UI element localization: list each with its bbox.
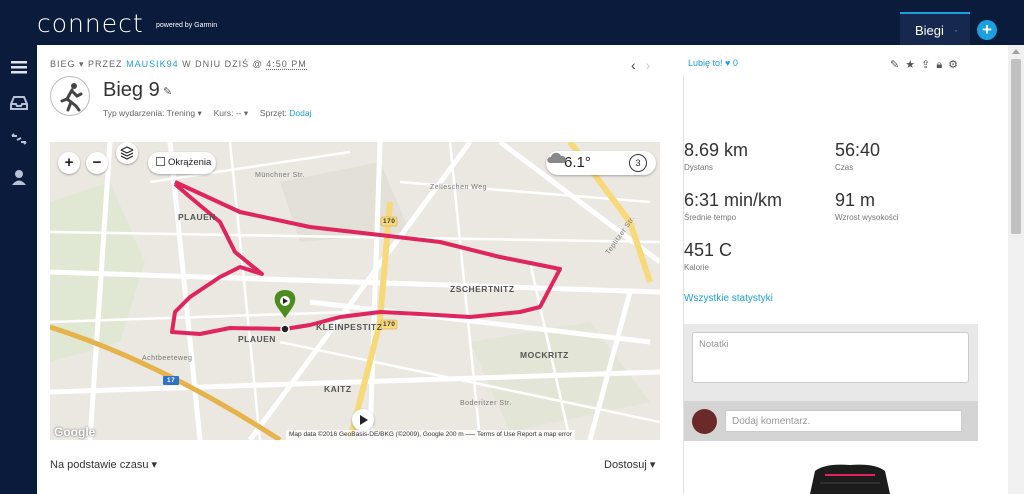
add-button[interactable]: + (977, 20, 997, 40)
runner-icon (60, 83, 83, 112)
calories-label: Kalorie (684, 263, 709, 272)
event-type-dropdown[interactable]: Trening ▾ (167, 108, 202, 118)
like-count: 0 (732, 58, 738, 68)
road-shield-170-south: 170 (383, 321, 396, 328)
user-link[interactable]: MAUSIK94 (126, 59, 179, 69)
cloud-icon (547, 152, 566, 163)
lock-icon[interactable]: 🔒︎ (936, 59, 948, 71)
road-shield-170: 170 (383, 218, 396, 225)
street-label-munchner: Münchner Str. (255, 172, 306, 179)
notes-panel: Notatki Dodaj komentarz. (684, 324, 978, 441)
edit-icon[interactable]: ✎ (890, 59, 905, 71)
elevation-label: Wzrost wysokości (835, 213, 899, 222)
add-gear-link[interactable]: Dodaj (289, 108, 311, 118)
laps-checkbox[interactable] (156, 157, 165, 166)
menu-icon[interactable] (9, 57, 29, 77)
previous-activity-icon[interactable]: ‹ (631, 57, 636, 73)
top-bar: connect powered by Garmin Biegi · + (0, 0, 1024, 45)
map-label-plauen-bottom: PLAUEN (238, 334, 276, 344)
edit-title-icon[interactable]: ✎ (163, 85, 172, 98)
user-profile-icon[interactable] (9, 167, 29, 187)
user-avatar (692, 409, 717, 434)
map-label-plauen-top: PLAUEN (178, 212, 216, 222)
gear-shoe-image (810, 464, 890, 494)
activity-type-avatar (50, 76, 90, 116)
heart-icon: ♥ (725, 58, 731, 68)
zoom-out-button[interactable]: − (86, 152, 108, 174)
map-attribution[interactable]: Map data ©2016 GeoBasis-DE/BKG (©2009), … (286, 430, 575, 440)
activity-toolbar: ✎★⇪🔒︎⚙ (890, 58, 964, 72)
time-label: Czas (835, 163, 854, 172)
comment-input[interactable]: Dodaj komentarz. (725, 410, 962, 432)
distance-value: 8.69 km (684, 140, 749, 160)
sort-dropdown[interactable]: Na podstawie czasu ▾ (50, 458, 157, 471)
play-icon (360, 415, 368, 425)
map-label-kleinpestitz: KLEINPESTITZ (316, 322, 383, 332)
map-label-kaitz: KAITZ (324, 384, 352, 394)
notes-textarea[interactable]: Notatki (692, 332, 969, 383)
all-stats-link[interactable]: Wszystkie statystyki (684, 293, 773, 304)
logo-subtitle: powered by Garmin (156, 22, 218, 29)
zoom-in-button[interactable]: + (58, 152, 80, 174)
breadcrumb-when: W DNIU DZIŚ @ (182, 59, 263, 69)
scroll-thumb[interactable] (1011, 59, 1021, 234)
map-label-zschertnitz: ZSCHERTNITZ (450, 284, 515, 294)
activity-time[interactable]: 4:50 PM (266, 59, 307, 70)
course-label: Kurs: (213, 108, 234, 118)
laps-label: Okrążenia (168, 157, 212, 168)
like-label: Lubię to! (688, 58, 723, 68)
activity-meta: Typ wydarzenia: Trening ▾ Kurs: -- ▾ Spr… (103, 108, 311, 119)
comment-bar: Dodaj komentarz. (684, 401, 978, 441)
google-logo: Google (54, 425, 96, 439)
elevation-value: 91 m (835, 190, 876, 210)
calories-value: 451 C (684, 240, 733, 260)
street-label-boderitzer: Boderitzer Str. (460, 400, 512, 407)
distance-label: Dystans (684, 163, 713, 172)
layers-icon[interactable] (116, 142, 138, 164)
scrollbar[interactable] (1008, 45, 1024, 494)
favorite-star-icon[interactable]: ★ (905, 59, 921, 71)
laps-toggle[interactable]: Okrążenia (148, 152, 216, 174)
like-widget[interactable]: Lubię to! ♥ 0 (688, 58, 738, 68)
tab-menu-dot[interactable]: · (954, 23, 958, 37)
route-map[interactable]: + − Okrążenia 6.1° 3 PLAUEN PLAUEN KLEIN… (50, 142, 660, 440)
temperature: 6.1° (564, 154, 591, 171)
weather-badge: 3 (629, 154, 647, 172)
map-canvas (50, 142, 660, 440)
left-sidebar (0, 45, 37, 494)
map-label-mockritz: MOCKRITZ (520, 350, 569, 360)
activity-page: BIEG ▾ PRZEZ MAUSIK94 W DNIU DZIŚ @ 4:50… (37, 45, 1008, 494)
course-dropdown[interactable]: -- ▾ (236, 108, 248, 118)
event-type-label: Typ wydarzenia: (103, 108, 165, 118)
settings-gear-icon[interactable]: ⚙ (948, 59, 964, 71)
scroll-up-icon[interactable] (1012, 49, 1020, 54)
weather-widget[interactable]: 6.1° 3 (546, 151, 656, 175)
breadcrumb: BIEG ▾ PRZEZ MAUSIK94 W DNIU DZIŚ @ 4:50… (50, 59, 307, 70)
pace-value: 6:31 min/km (684, 190, 783, 210)
street-label-zelleschen: Zelleschen Weg (430, 184, 488, 191)
logo[interactable]: connect (37, 9, 144, 38)
share-icon[interactable]: ⇪ (921, 59, 936, 71)
time-value: 56:40 (835, 140, 881, 160)
inbox-icon[interactable] (9, 93, 29, 113)
connections-icon[interactable] (9, 129, 29, 149)
next-activity-icon[interactable]: › (646, 57, 651, 73)
tab-running-label: Biegi (915, 23, 944, 38)
activity-title[interactable]: Bieg 9 (103, 79, 160, 102)
pace-label: Średnie tempo (684, 213, 737, 222)
gear-label: Sprzęt: (259, 108, 287, 118)
road-shield-17: 17 (167, 377, 176, 384)
activity-nav: ‹ › (631, 57, 650, 73)
activity-type-link[interactable]: BIEG (50, 59, 76, 69)
breadcrumb-by: ▾ PRZEZ (79, 59, 123, 69)
play-route-button[interactable] (352, 409, 374, 431)
customize-dropdown[interactable]: Dostosuj ▾ (604, 458, 655, 471)
tab-running[interactable]: Biegi · (900, 12, 970, 45)
street-label-achtbeeteweg: Achtbeeteweg (142, 355, 193, 362)
